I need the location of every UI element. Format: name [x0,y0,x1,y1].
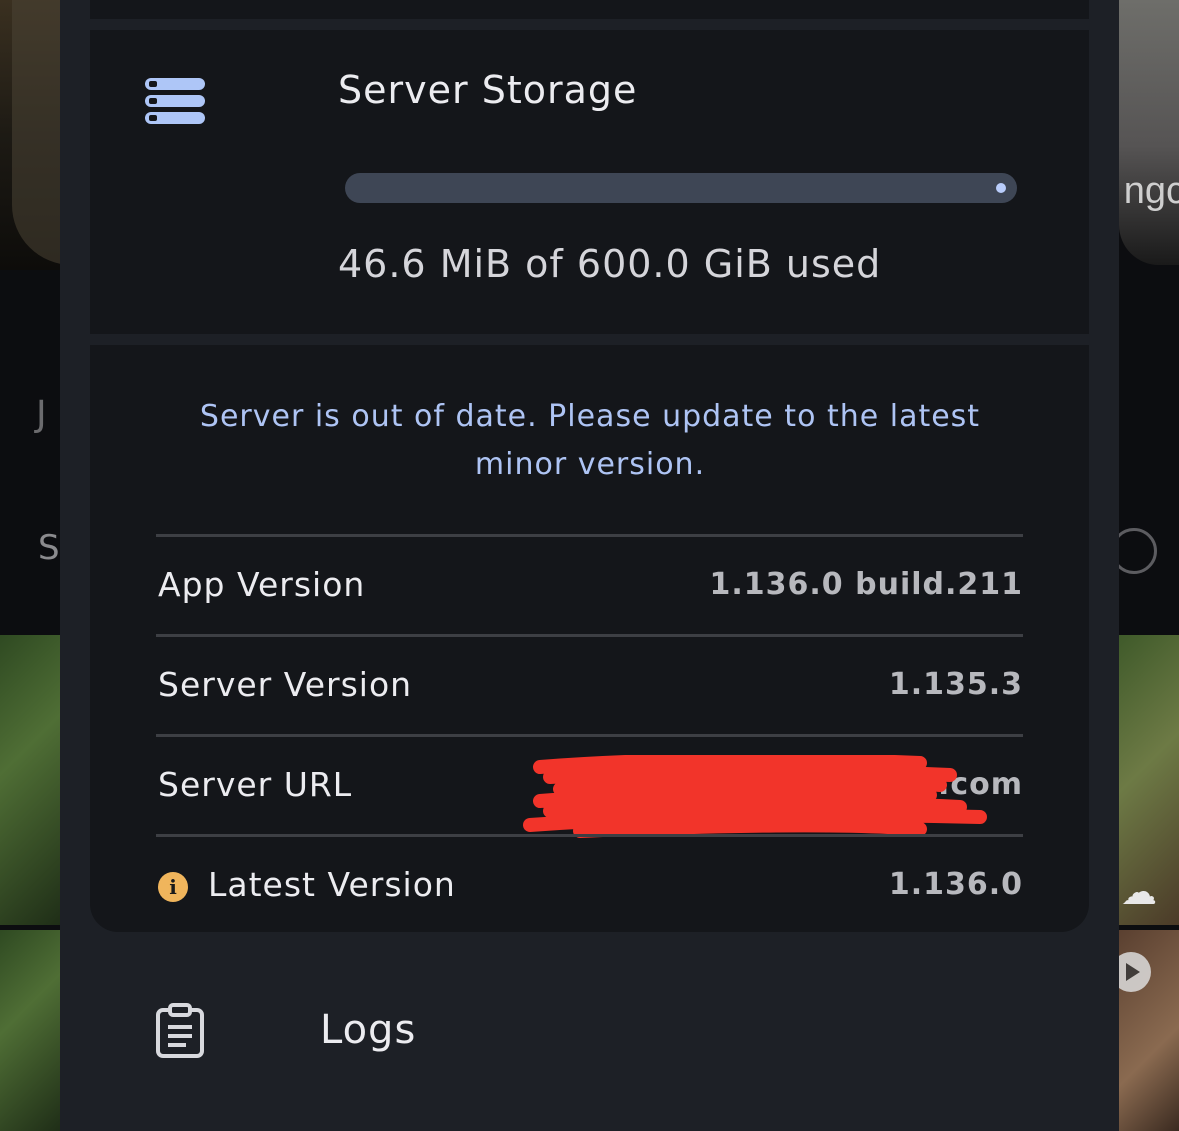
background-photo-left [0,0,132,270]
cloud-icon: ☁ [1121,872,1157,913]
storage-usage-text: 46.6 MiB of 600.0 GiB used [338,242,882,286]
info-row-server-url: Server URL https://….com [156,734,1023,838]
server-storage-card: Server Storage 46.6 MiB of 600.0 GiB use… [90,30,1089,334]
app-info-sheet: Server Storage 46.6 MiB of 600.0 GiB use… [60,0,1119,1131]
server-stack-icon [145,78,205,124]
info-row-app-version: App Version 1.136.0 build.211 [156,534,1023,634]
storage-progress-end-dot [996,183,1006,193]
server-info-card: Server is out of date. Please update to … [90,345,1089,932]
redaction-scribble [523,755,987,838]
info-row-value: 1.136.0 [888,867,1023,902]
background-photo-right: ngc [1119,0,1179,265]
storage-progress-bar [345,173,1017,203]
info-row-value: 1.135.3 [888,667,1023,702]
background-photo-tile [0,930,60,1131]
info-row-value: 1.136.0 build.211 [709,567,1023,602]
info-row-label: Server URL [158,765,353,804]
previous-card [90,0,1089,19]
logs-label: Logs [320,1007,417,1053]
clipboard-icon [156,1003,204,1058]
info-row-label: App Version [158,565,366,604]
background-photo-tile [0,635,60,925]
background-glyph: J [36,394,47,435]
logs-menu-item[interactable]: Logs [60,985,1119,1095]
storage-title: Server Storage [338,68,638,112]
info-icon: i [158,872,188,902]
background-text-fragment-left: S [38,528,60,568]
info-row-latest-version: i Latest Version 1.136.0 [156,834,1023,934]
server-outdated-warning: Server is out of date. Please update to … [199,399,981,482]
server-info-table: App Version 1.136.0 build.211 Server Ver… [156,534,1023,934]
info-row-label: Latest Version [208,865,456,904]
background-text-fragment: ngc [1123,170,1179,212]
info-row-label: Server Version [158,665,413,704]
info-row-server-version: Server Version 1.135.3 [156,634,1023,734]
